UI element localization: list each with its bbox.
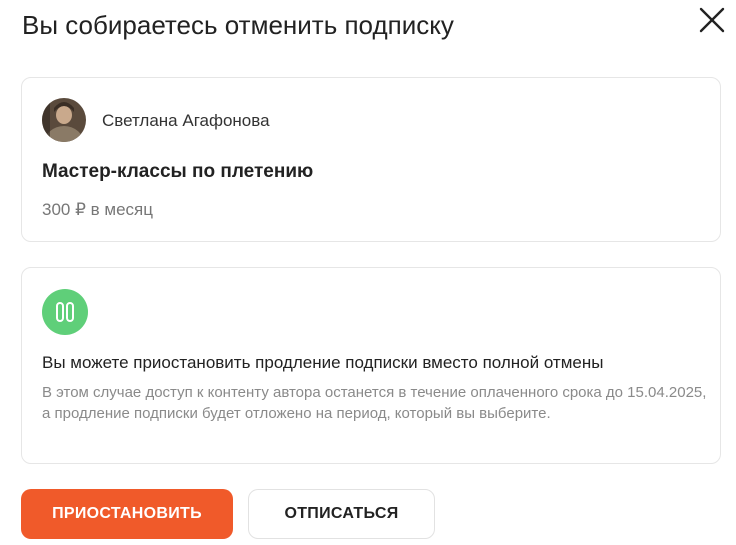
pause-icon [42,289,88,335]
subscription-card: Светлана Агафонова Мастер-классы по плет… [21,77,721,242]
dialog-title: Вы собираетесь отменить подписку [22,10,454,40]
pause-offer-title: Вы можете приостановить продление подпис… [42,353,604,372]
unsubscribe-button[interactable]: ОТПИСАТЬСЯ [248,489,435,539]
pause-offer-card: Вы можете приостановить продление подпис… [21,267,721,464]
subscription-price: 300 ₽ в месяц [42,200,153,219]
pause-button[interactable]: ПРИОСТАНОВИТЬ [21,489,233,539]
author-name[interactable]: Светлана Агафонова [102,110,270,132]
close-icon[interactable] [698,6,726,34]
pause-offer-description: В этом случае доступ к контенту автора о… [42,384,707,422]
avatar[interactable] [42,98,86,142]
subscription-title: Мастер-классы по плетению [42,161,314,182]
cancel-subscription-dialog: Вы собираетесь отменить подписку Светлан… [0,0,736,545]
